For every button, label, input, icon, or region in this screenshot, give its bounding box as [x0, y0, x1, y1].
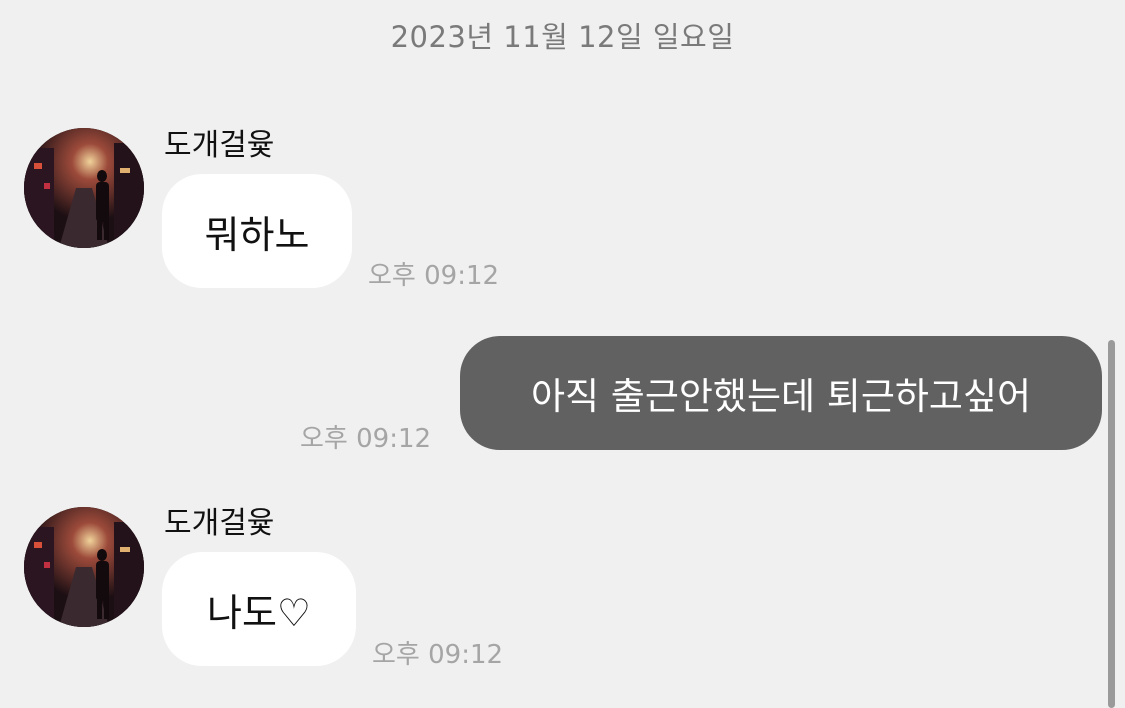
message-bubble[interactable]: 뭐하노 — [162, 174, 352, 288]
vertical-scrollbar[interactable] — [1108, 340, 1115, 708]
sender-name: 도개걸윷 — [164, 506, 275, 541]
sender-avatar[interactable] — [24, 128, 144, 248]
message-time: 오후 09:12 — [372, 640, 504, 670]
message-time: 오후 09:12 — [300, 424, 432, 454]
message-time: 오후 09:12 — [368, 261, 500, 291]
message-text: 뭐하노 — [204, 212, 310, 257]
message-bubble-sent[interactable]: 아직 출근안했는데 퇴근하고싶어 — [460, 336, 1102, 450]
message-bubble[interactable]: 나도♡ — [162, 552, 356, 666]
avatar-image — [24, 128, 144, 248]
sender-name: 도개걸윷 — [164, 128, 275, 163]
avatar-image — [24, 507, 144, 627]
message-text: 나도♡ — [207, 590, 311, 635]
message-text: 아직 출근안했는데 퇴근하고싶어 — [530, 375, 1032, 418]
date-separator: 2023년 11월 12일 일요일 — [390, 20, 735, 54]
sender-avatar[interactable] — [24, 507, 144, 627]
